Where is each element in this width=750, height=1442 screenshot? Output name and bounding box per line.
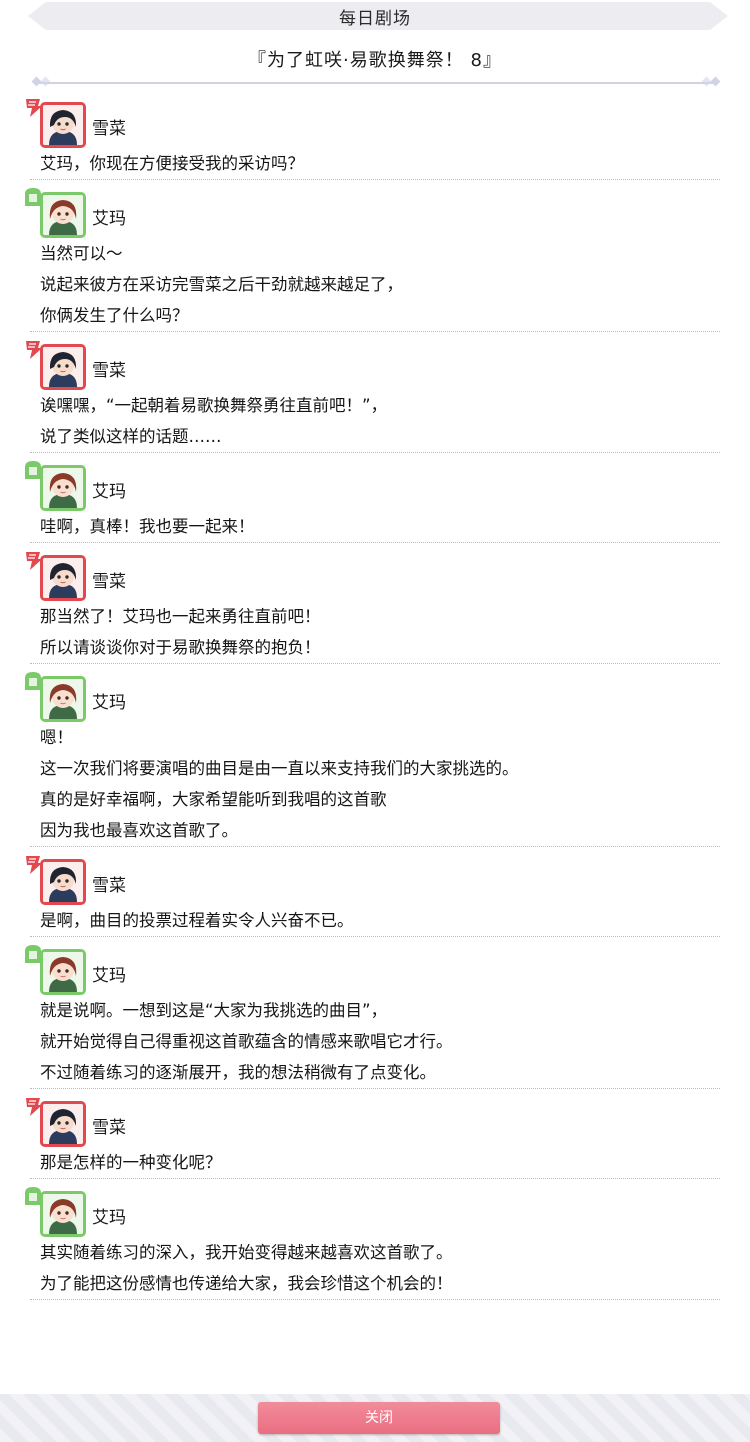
dialogue-line: 就开始觉得自己得重视这首歌蕴含的情感来歌唱它才行。 <box>40 1032 453 1051</box>
dialogue-entry: 雪菜那当然了！艾玛也一起来勇往直前吧！ 所以请谈谈你对于易歌换舞祭的抱负！ <box>0 543 750 663</box>
setsuna-avatar <box>40 555 86 601</box>
dialogue-entry: 艾玛其实随着练习的深入，我开始变得越来越喜欢这首歌了。 为了能把这份感情也传递给大… <box>0 1179 750 1299</box>
dialogue-line: 诶嘿嘿，“一起朝着易歌换舞祭勇往直前吧！”， <box>40 396 388 415</box>
setsuna-avatar <box>40 859 86 905</box>
emma-avatar <box>40 949 86 995</box>
setsuna-avatar <box>40 344 86 390</box>
speaker-name: 雪菜 <box>92 876 126 896</box>
header-bar: 每日剧场 <box>0 0 750 34</box>
dialogue-entry: 艾玛哇啊，真棒！我也要一起来！ <box>0 453 750 542</box>
dialogue-entry: 雪菜那是怎样的一种变化呢？ <box>0 1089 750 1178</box>
dialogue-line: 嗯！ <box>40 728 73 747</box>
dialogue-line: 真的是好幸福啊，大家希望能听到我唱的这首歌 <box>40 790 387 809</box>
dialogue-entry: 雪菜诶嘿嘿，“一起朝着易歌换舞祭勇往直前吧！”， 说了类似这样的话题…… <box>0 332 750 452</box>
header-title: 每日剧场 <box>339 9 411 29</box>
speaker-name: 艾玛 <box>92 1208 126 1228</box>
setsuna-avatar <box>40 1101 86 1147</box>
dialogue-line: 就是说啊。一想到这是“大家为我挑选的曲目”， <box>40 1001 388 1020</box>
setsuna-emblem-icon <box>22 338 44 360</box>
emma-emblem-icon <box>22 943 44 965</box>
emma-avatar <box>40 676 86 722</box>
dialogue-entry: 雪菜艾玛，你现在方便接受我的采访吗？ <box>0 92 750 179</box>
dialogue-entry: 艾玛就是说啊。一想到这是“大家为我挑选的曲目”， 就开始觉得自己得重视这首歌蕴含的… <box>0 937 750 1088</box>
emma-emblem-icon <box>22 670 44 692</box>
dialogue-line: 其实随着练习的深入，我开始变得越来越喜欢这首歌了。 <box>40 1243 453 1262</box>
dialogue-line: 哇啊，真棒！我也要一起来！ <box>40 517 255 536</box>
setsuna-emblem-icon <box>22 549 44 571</box>
dialogue-line: 为了能把这份感情也传递给大家，我会珍惜这个机会的！ <box>40 1274 453 1293</box>
dialogue-line: 因为我也最喜欢这首歌了。 <box>40 821 238 840</box>
dialogue-line: 说起来彼方在采访完雪菜之后干劲就越来越足了， <box>40 275 403 294</box>
speaker-header: 艾玛 <box>0 459 720 511</box>
dialogue-entry: 艾玛当然可以～ 说起来彼方在采访完雪菜之后干劲就越来越足了， 你俩发生了什么吗？ <box>0 180 750 331</box>
speaker-header: 雪菜 <box>0 549 720 601</box>
setsuna-avatar <box>40 102 86 148</box>
divider-diamond-right-icon <box>710 76 721 87</box>
story-title: 『为了虹咲·易歌换舞祭！ 8』 <box>248 50 502 71</box>
speaker-header: 雪菜 <box>0 338 720 390</box>
dialogue-line: 所以请谈谈你对于易歌换舞祭的抱负！ <box>40 638 321 657</box>
speaker-header: 艾玛 <box>0 670 720 722</box>
speaker-name: 雪菜 <box>92 361 126 381</box>
title-divider <box>31 76 721 87</box>
speaker-name: 雪菜 <box>92 119 126 139</box>
speaker-name: 艾玛 <box>92 209 126 229</box>
speaker-header: 雪菜 <box>0 96 720 148</box>
dialogue-line: 说了类似这样的话题…… <box>40 427 222 446</box>
speaker-name: 艾玛 <box>92 482 126 502</box>
speaker-name: 艾玛 <box>92 693 126 713</box>
dialogue-divider <box>30 1299 720 1300</box>
dialogue-entry: 雪菜是啊，曲目的投票过程着实令人兴奋不已。 <box>0 847 750 936</box>
divider-diamond-left2-icon <box>40 76 51 87</box>
speaker-header: 艾玛 <box>0 186 720 238</box>
speaker-name: 艾玛 <box>92 966 126 986</box>
emma-avatar <box>40 465 86 511</box>
dialogue-line: 你俩发生了什么吗？ <box>40 306 189 325</box>
emma-emblem-icon <box>22 1185 44 1207</box>
emma-avatar <box>40 192 86 238</box>
speaker-header: 雪菜 <box>0 853 720 905</box>
emma-emblem-icon <box>22 186 44 208</box>
dialogue-line: 是啊，曲目的投票过程着实令人兴奋不已。 <box>40 911 354 930</box>
emma-emblem-icon <box>22 459 44 481</box>
speaker-header: 艾玛 <box>0 1185 720 1237</box>
dialogue-line: 那是怎样的一种变化呢？ <box>40 1153 222 1172</box>
setsuna-emblem-icon <box>22 1095 44 1117</box>
dialogue-line: 不过随着练习的逐渐展开，我的想法稍微有了点变化。 <box>40 1063 436 1082</box>
speaker-header: 雪菜 <box>0 1095 720 1147</box>
dialogue-line: 当然可以～ <box>40 244 123 263</box>
dialogue-line: 艾玛，你现在方便接受我的采访吗？ <box>40 154 304 173</box>
speaker-name: 雪菜 <box>92 572 126 592</box>
dialogue-line: 这一次我们将要演唱的曲目是由一直以来支持我们的大家挑选的。 <box>40 759 519 778</box>
setsuna-emblem-icon <box>22 96 44 118</box>
speaker-header: 艾玛 <box>0 943 720 995</box>
dialogue-list[interactable]: 雪菜 艾玛，你现在方便接受我的采访吗？ 艾玛 当然可以～ 说起来彼方在采访完雪菜之后干… <box>0 92 750 1394</box>
dialogue-entry: 艾玛 嗯！ 这一次我们将要演唱的曲目是由一直以来支持我们的大家挑选的。 真的是好幸福啊… <box>0 664 750 846</box>
setsuna-emblem-icon <box>22 853 44 875</box>
emma-avatar <box>40 1191 86 1237</box>
speaker-name: 雪菜 <box>92 1118 126 1138</box>
dialogue-line: 那当然了！艾玛也一起来勇往直前吧！ <box>40 607 321 626</box>
close-button[interactable]: 关闭 <box>258 1402 500 1434</box>
